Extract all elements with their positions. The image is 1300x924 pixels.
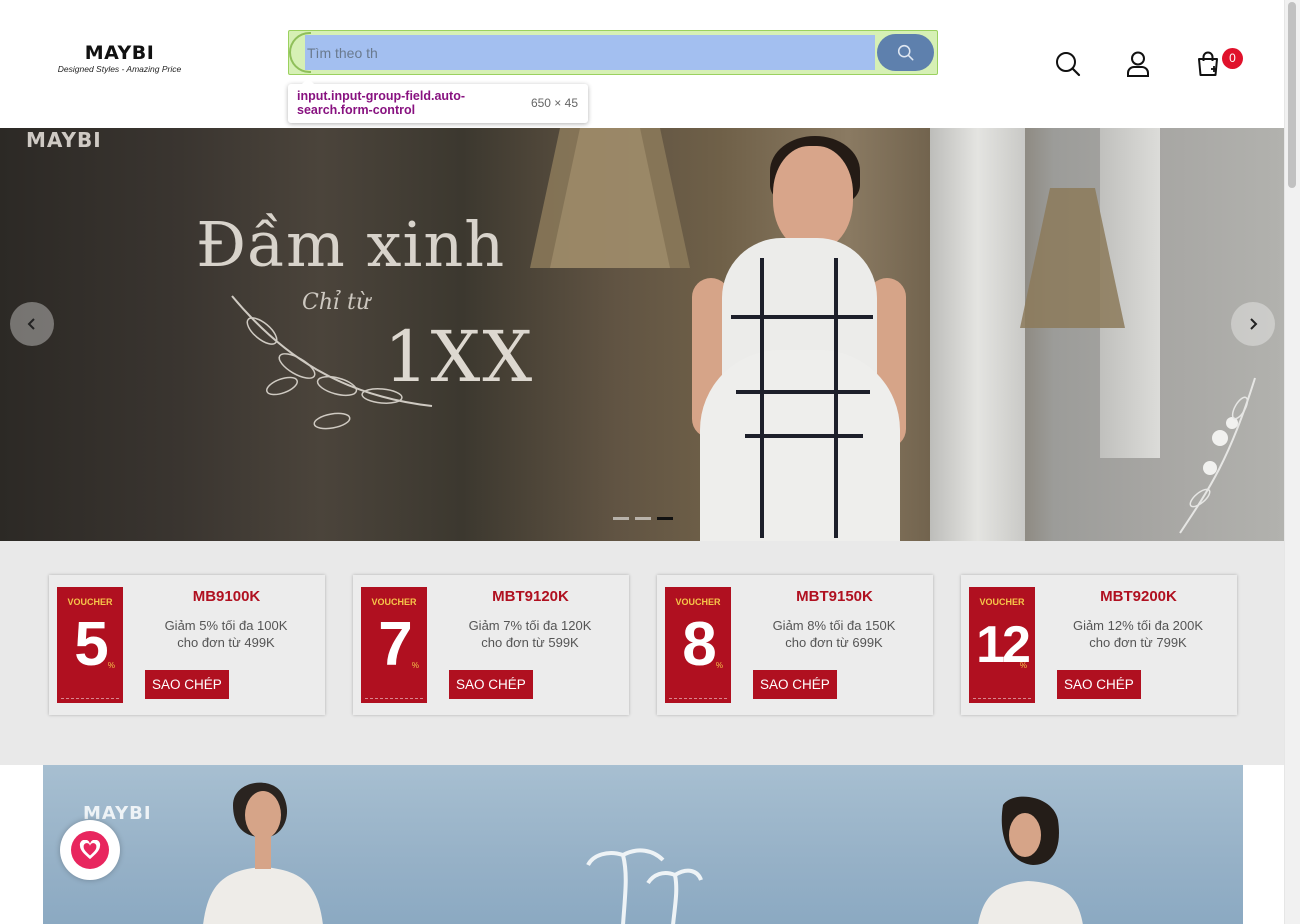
voucher-perforation (365, 698, 423, 699)
hero-flower-illustration (1179, 377, 1256, 534)
voucher-ticket: VOUCHER 5 % (57, 587, 123, 703)
voucher-percent-sign: % (107, 661, 115, 670)
hero-model-skirt (700, 350, 900, 541)
dress-stripe (760, 258, 764, 538)
voucher-card: VOUCHER 5 % MB9100K Giảm 5% tối đa 100K c… (49, 575, 325, 715)
slider-next-button[interactable] (1231, 302, 1275, 346)
search-icon (1056, 52, 1081, 77)
voucher-description: Giảm 7% tối đa 120K cho đơn từ 599K (449, 617, 611, 651)
voucher-label: VOUCHER (979, 597, 1025, 607)
slider-dot[interactable] (613, 517, 629, 520)
voucher-ticket: VOUCHER 12 % (969, 587, 1035, 703)
hero-slider[interactable]: MAYBI Đầm xinh Chỉ từ 1XX (0, 128, 1285, 541)
voucher-minimum-line: cho đơn từ 699K (785, 635, 883, 650)
banner-model-right (978, 796, 1083, 924)
hero-headline: Đầm xinh (196, 208, 506, 281)
voucher-card: VOUCHER 7 % MBT9120K Giảm 7% tối đa 120K… (353, 575, 629, 715)
voucher-percent-sign: % (411, 661, 419, 670)
voucher-percent-sign: % (1019, 661, 1027, 670)
voucher-code: MBT9150K (796, 588, 873, 605)
voucher-label: VOUCHER (67, 597, 113, 607)
copy-voucher-button[interactable]: SAO CHÉP (145, 670, 229, 699)
search-submit-button[interactable] (877, 34, 934, 71)
heart-icon (79, 840, 101, 860)
site-header: MAYBI Designed Styles - Amazing Price in… (0, 0, 1285, 128)
voucher-description: Giảm 8% tối đa 150K cho đơn từ 699K (753, 617, 915, 651)
dress-stripe (745, 434, 863, 438)
voucher-perforation (61, 698, 119, 699)
page-scrollbar[interactable] (1284, 0, 1300, 924)
voucher-discount-line: Giảm 7% tối đa 120K (468, 618, 592, 633)
copy-voucher-button[interactable]: SAO CHÉP (753, 670, 837, 699)
slider-prev-button[interactable] (10, 302, 54, 346)
voucher-minimum-line: cho đơn từ 799K (1089, 635, 1187, 650)
hero-lamp (530, 128, 690, 268)
cart-count-badge: 0 (1222, 48, 1243, 69)
slider-dot-active[interactable] (657, 517, 673, 520)
search-form (288, 30, 938, 75)
favorites-button-inner (71, 831, 109, 869)
hero-lamp (1020, 188, 1125, 328)
logo-tagline: Designed Styles - Amazing Price (57, 64, 182, 74)
slider-dot[interactable] (635, 517, 651, 520)
logo[interactable]: MAYBI Designed Styles - Amazing Price (57, 42, 182, 82)
voucher-discount-line: Giảm 8% tối đa 150K (772, 618, 896, 633)
account-button[interactable] (1124, 50, 1152, 78)
banner-palm-illustration (586, 848, 703, 924)
slider-pagination (613, 517, 673, 520)
promo-banner[interactable]: MAYBI (43, 765, 1243, 924)
voucher-label: VOUCHER (675, 597, 721, 607)
dress-stripe (834, 258, 838, 538)
tooltip-dimensions: 650 × 45 (530, 96, 578, 110)
voucher-card: VOUCHER 8 % MBT9150K Giảm 8% tối đa 150K… (657, 575, 933, 715)
hero-price: 1XX (384, 316, 535, 398)
banner-model-left (203, 782, 323, 924)
tooltip-arrow (302, 78, 314, 84)
voucher-code: MB9100K (192, 588, 261, 605)
hero-brand-mark: MAYBI (26, 128, 102, 152)
user-icon (1127, 51, 1149, 77)
search-input[interactable] (305, 35, 875, 70)
voucher-ticket: VOUCHER 8 % (665, 587, 731, 703)
dress-stripe (731, 315, 873, 319)
voucher-description: Giảm 12% tối đa 200K cho đơn từ 799K (1057, 617, 1219, 651)
header-search-button[interactable] (1054, 50, 1082, 78)
copy-voucher-button[interactable]: SAO CHÉP (1057, 670, 1141, 699)
chevron-left-icon (27, 318, 35, 330)
cart-button[interactable] (1194, 50, 1222, 78)
devtools-inspect-tooltip: input.input-group-field.auto-search.form… (288, 78, 588, 123)
voucher-card: VOUCHER 12 % MBT9200K Giảm 12% tối đa 20… (961, 575, 1237, 715)
voucher-perforation (973, 698, 1031, 699)
chevron-right-icon (1250, 318, 1258, 330)
scrollbar-thumb[interactable] (1288, 2, 1296, 188)
hero-model-face (773, 146, 853, 251)
hero-subline: Chỉ từ (302, 290, 371, 315)
voucher-minimum-line: cho đơn từ 499K (177, 635, 275, 650)
tooltip-selector: input.input-group-field.auto-search.form… (297, 89, 466, 117)
search-icon (897, 44, 914, 61)
voucher-label: VOUCHER (371, 597, 417, 607)
voucher-description: Giảm 5% tối đa 100K cho đơn từ 499K (145, 617, 307, 651)
logo-brand: MAYBI (84, 42, 155, 64)
voucher-discount-line: Giảm 5% tối đa 100K (164, 618, 288, 633)
voucher-discount-line: Giảm 12% tối đa 200K (1072, 618, 1204, 633)
dress-stripe (736, 390, 870, 394)
voucher-code: MBT9200K (1100, 588, 1177, 605)
voucher-ticket: VOUCHER 7 % (361, 587, 427, 703)
voucher-perforation (669, 698, 727, 699)
voucher-minimum-line: cho đơn từ 599K (481, 635, 579, 650)
cart-icon (1198, 51, 1218, 76)
voucher-section: VOUCHER 5 % MB9100K Giảm 5% tối đa 100K c… (0, 541, 1285, 765)
voucher-percent-sign: % (715, 661, 723, 670)
favorites-floating-button[interactable] (60, 820, 120, 880)
copy-voucher-button[interactable]: SAO CHÉP (449, 670, 533, 699)
voucher-code: MBT9120K (492, 588, 569, 605)
